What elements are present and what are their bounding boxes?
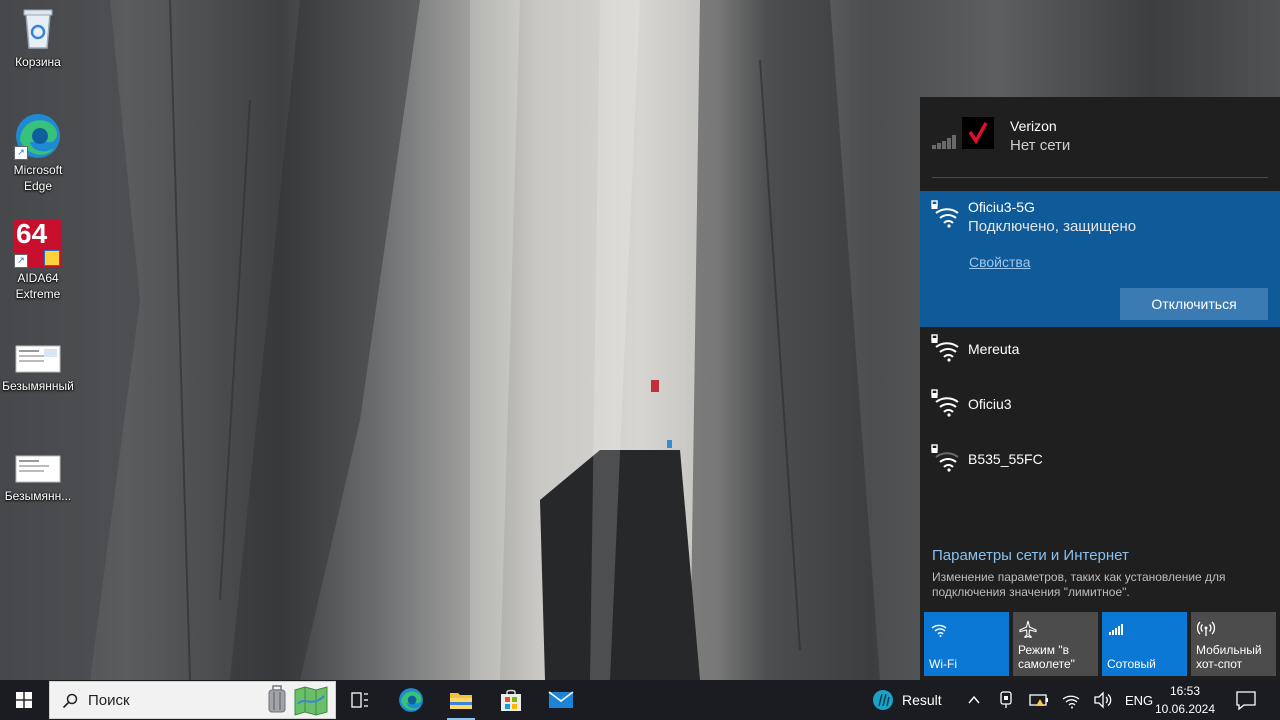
network-item-oficiu3[interactable]: Oficiu3 bbox=[920, 383, 1280, 438]
task-view-icon bbox=[351, 692, 368, 708]
connected-network-item[interactable]: Oficiu3-5G Подключено, защищено Свойства… bbox=[920, 191, 1280, 327]
network-name: Mereuta bbox=[968, 341, 1020, 357]
store-icon bbox=[501, 689, 521, 711]
clock-time: 16:53 bbox=[1169, 684, 1201, 698]
desktop-icon-label: AIDA64 Extreme bbox=[15, 271, 61, 301]
result-app-label: Result bbox=[902, 692, 942, 708]
checkmark-icon bbox=[968, 122, 988, 145]
tray-network[interactable] bbox=[1061, 690, 1081, 710]
airplane-mode-tile[interactable]: Режим "в самолете" bbox=[1013, 612, 1098, 676]
search-icon bbox=[62, 693, 78, 709]
taskbar-store[interactable] bbox=[487, 680, 535, 720]
desktop-icon-recycle-bin[interactable]: Корзина bbox=[2, 4, 74, 70]
wifi-secured-weak-icon bbox=[931, 444, 959, 472]
taskbar-edge[interactable] bbox=[387, 680, 435, 720]
tile-label: Wi-Fi bbox=[929, 657, 957, 671]
tray-result-app[interactable]: Result bbox=[870, 680, 942, 720]
battery-warning-icon bbox=[1029, 694, 1048, 706]
verizon-logo bbox=[962, 117, 994, 149]
edge-icon bbox=[399, 688, 423, 712]
desktop-icon-file-2[interactable]: Безымянн... bbox=[2, 454, 74, 504]
aida64-icon: 64 ↗ bbox=[14, 220, 62, 268]
cellular-network-row[interactable]: Verizon Нет сети bbox=[920, 97, 1280, 177]
result-app-icon bbox=[873, 690, 893, 710]
usb-device-icon bbox=[1000, 691, 1012, 708]
start-button[interactable] bbox=[0, 680, 48, 720]
network-name: B535_55FC bbox=[968, 451, 1043, 467]
speaker-icon bbox=[1094, 691, 1112, 709]
cellular-toggle-tile[interactable]: Сотовый bbox=[1102, 612, 1187, 676]
shortcut-arrow-icon: ↗ bbox=[14, 254, 28, 268]
properties-link[interactable]: Свойства bbox=[969, 254, 1030, 270]
network-flyout: Verizon Нет сети Oficiu3-5G Подключено, … bbox=[920, 97, 1280, 680]
folder-icon bbox=[450, 693, 472, 709]
image-file-icon bbox=[14, 454, 62, 484]
desktop-icon-file-1[interactable]: Безымянный bbox=[2, 344, 74, 394]
tray-volume[interactable] bbox=[1093, 690, 1113, 710]
wifi-secured-icon bbox=[931, 389, 959, 417]
wifi-secured-icon bbox=[931, 200, 959, 228]
network-settings-description: Изменение параметров, таких как установл… bbox=[932, 570, 1226, 599]
taskbar-file-explorer[interactable] bbox=[437, 680, 485, 720]
edge-icon: ↗ bbox=[14, 112, 62, 160]
cellular-icon bbox=[1109, 624, 1123, 635]
cellular-network-status: Нет сети bbox=[1010, 137, 1071, 154]
tray-usb-device[interactable] bbox=[997, 690, 1017, 710]
desktop-icon-label: Безымянн... bbox=[4, 489, 72, 503]
chevron-up-icon bbox=[968, 695, 980, 704]
search-placeholder: Поиск bbox=[88, 692, 130, 709]
suitcase-icon bbox=[268, 685, 286, 713]
wifi-icon bbox=[1062, 695, 1080, 709]
windows-logo-icon bbox=[16, 692, 32, 708]
cellular-signal-icon bbox=[932, 135, 956, 149]
network-name: Oficiu3 bbox=[968, 396, 1012, 412]
disconnect-button[interactable]: Отключиться bbox=[1120, 288, 1268, 320]
wifi-toggle-tile[interactable]: Wi-Fi bbox=[924, 612, 1009, 676]
wifi-secured-icon bbox=[931, 334, 959, 362]
tile-label: Мобильный хот-спот bbox=[1196, 643, 1262, 671]
network-item-mereuta[interactable]: Mereuta bbox=[920, 328, 1280, 383]
recycle-bin-icon bbox=[14, 4, 62, 52]
network-settings-link[interactable]: Параметры сети и Интернет bbox=[932, 547, 1129, 564]
desktop-icon-aida64[interactable]: 64 ↗ AIDA64 Extreme bbox=[2, 220, 74, 302]
taskbar: Поиск Result ENG 16:53 10.06.2024 bbox=[0, 680, 1280, 720]
show-hidden-icons-button[interactable] bbox=[964, 692, 984, 708]
taskbar-mail[interactable] bbox=[537, 680, 585, 720]
aida64-badge: 64 bbox=[16, 218, 48, 249]
mail-icon bbox=[548, 691, 574, 708]
desktop-icon-label: Microsoft Edge bbox=[13, 163, 63, 193]
image-file-icon bbox=[14, 344, 62, 374]
connected-network-status: Подключено, защищено bbox=[968, 218, 1137, 235]
taskbar-search-box[interactable]: Поиск bbox=[49, 681, 336, 719]
desktop-icon-label: Корзина bbox=[15, 55, 61, 69]
clock-date: 10.06.2024 bbox=[1154, 702, 1216, 716]
desktop-icon-edge[interactable]: ↗ Microsoft Edge bbox=[2, 112, 74, 194]
map-icon bbox=[294, 686, 328, 716]
notification-icon bbox=[1236, 691, 1256, 711]
tile-label: Режим "в самолете" bbox=[1018, 643, 1075, 671]
desktop-icon-label: Безымянный bbox=[2, 379, 74, 393]
task-view-button[interactable] bbox=[336, 680, 384, 720]
hotspot-icon bbox=[1197, 621, 1215, 636]
divider bbox=[932, 177, 1268, 178]
shortcut-arrow-icon: ↗ bbox=[14, 146, 28, 160]
tile-label: Сотовый bbox=[1107, 657, 1156, 671]
cellular-network-name: Verizon bbox=[1010, 118, 1057, 134]
taskbar-clock[interactable]: 16:53 10.06.2024 bbox=[1148, 682, 1222, 718]
airplane-icon bbox=[1019, 620, 1037, 638]
network-item-b535[interactable]: B535_55FC bbox=[920, 438, 1280, 493]
wifi-icon bbox=[931, 624, 947, 637]
mobile-hotspot-tile[interactable]: Мобильный хот-спот bbox=[1191, 612, 1276, 676]
tray-battery-warning[interactable] bbox=[1028, 690, 1050, 710]
connected-network-name: Oficiu3-5G bbox=[968, 199, 1035, 215]
action-center-button[interactable] bbox=[1234, 689, 1258, 711]
